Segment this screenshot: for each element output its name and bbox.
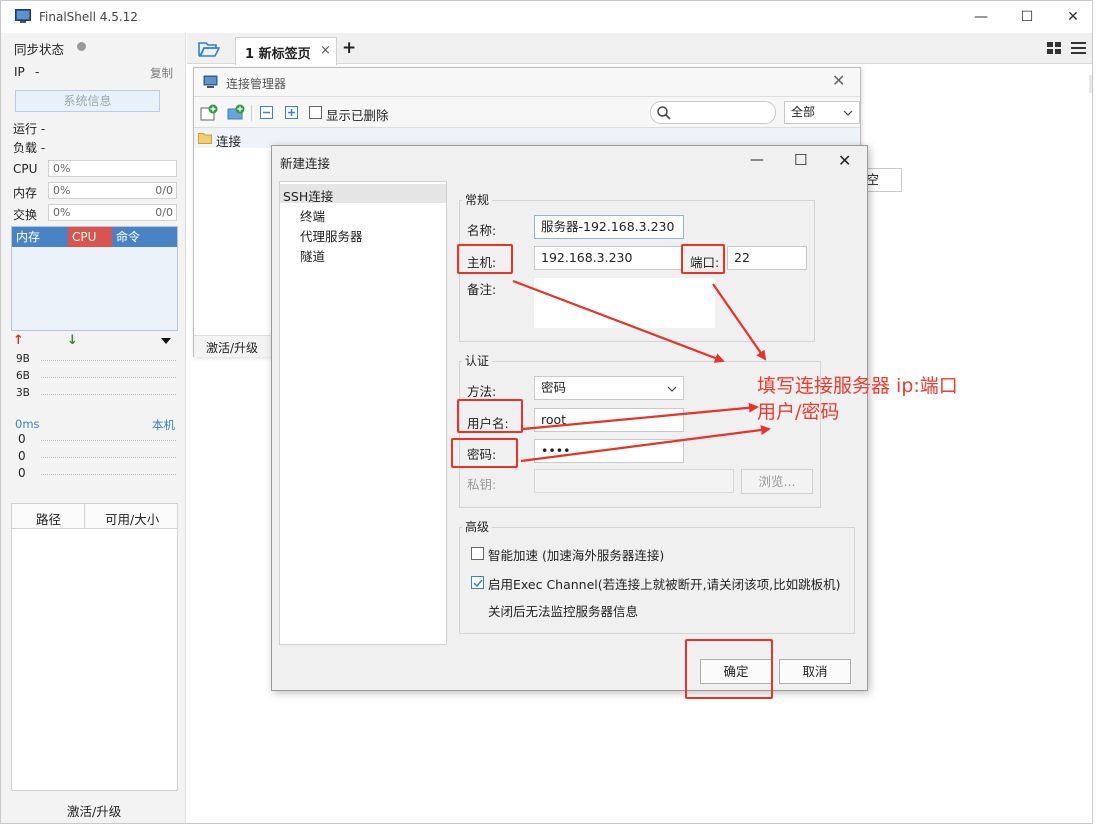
annotation-arrows xyxy=(512,279,771,463)
arrow xyxy=(520,425,771,463)
arrow xyxy=(512,279,725,363)
arrow xyxy=(522,402,759,431)
arrow xyxy=(712,283,767,361)
annotation-text-2: 用户/密码 xyxy=(757,401,840,423)
finalshell-window: FinalShell 4.5.12 — ☐ ✕ 同步状态 IP - 复制 系统信… xyxy=(0,0,1093,824)
annotation-text-1: 填写连接服务器 ip:端口 xyxy=(757,375,958,397)
